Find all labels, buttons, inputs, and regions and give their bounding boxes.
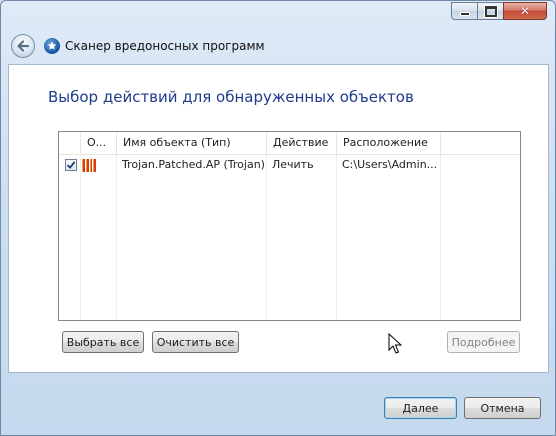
back-arrow-icon [17,40,30,52]
window-frame: ✕ Сканер вредоносных программ Выбор дейс… [0,0,556,436]
content-panel: Выбор действий для обнаруженных объектов… [8,64,549,373]
object-name-cell: Trojan.Patched.AP (Trojan) [122,158,264,171]
column-header-location[interactable]: Расположение [337,132,441,154]
mouse-cursor-icon [388,333,402,354]
table-row[interactable]: Trojan.Patched.AP (Trojan) Лечить C:\Use… [59,156,520,174]
action-cell[interactable]: Лечить [272,156,334,174]
column-header-action[interactable]: Действие [267,132,337,154]
details-button[interactable]: Подробнее [447,331,520,353]
detected-objects-list[interactable]: О... Имя объекта (Тип) Действие Располож… [58,131,521,321]
shield-star-icon [44,38,60,54]
column-header-checkbox[interactable] [59,132,81,154]
clear-all-button[interactable]: Очистить все [152,331,239,353]
column-divider [116,154,117,320]
column-header-name[interactable]: Имя объекта (Тип) [117,132,267,154]
window-title: Сканер вредоносных программ [65,39,265,53]
caption-buttons: ✕ [451,2,547,20]
maximize-button[interactable] [477,2,503,20]
page-title: Выбор действий для обнаруженных объектов [48,88,414,106]
cancel-button[interactable]: Отмена [464,397,541,419]
close-icon: ✕ [519,4,531,18]
column-divider [80,154,81,320]
close-button[interactable]: ✕ [503,2,547,20]
minimize-button[interactable] [451,2,477,20]
column-header-object[interactable]: О... [81,132,117,154]
row-checkbox[interactable] [65,159,77,171]
column-divider [266,154,267,320]
next-button[interactable]: Далее [384,397,457,419]
minimize-icon [459,12,470,16]
location-cell: C:\Users\Admin... [342,158,438,171]
select-all-button[interactable]: Выбрать все [62,331,144,353]
back-button[interactable] [11,34,35,58]
column-divider [336,154,337,320]
list-header: О... Имя объекта (Тип) Действие Располож… [59,132,520,155]
column-header-filler [441,132,520,154]
maximize-icon [483,4,498,18]
column-divider [440,154,441,320]
list-body: Trojan.Patched.AP (Trojan) Лечить C:\Use… [59,154,520,320]
checkmark-icon [66,161,76,169]
title-bar: ✕ Сканер вредоносных программ [1,1,555,65]
threat-icon [82,159,96,172]
